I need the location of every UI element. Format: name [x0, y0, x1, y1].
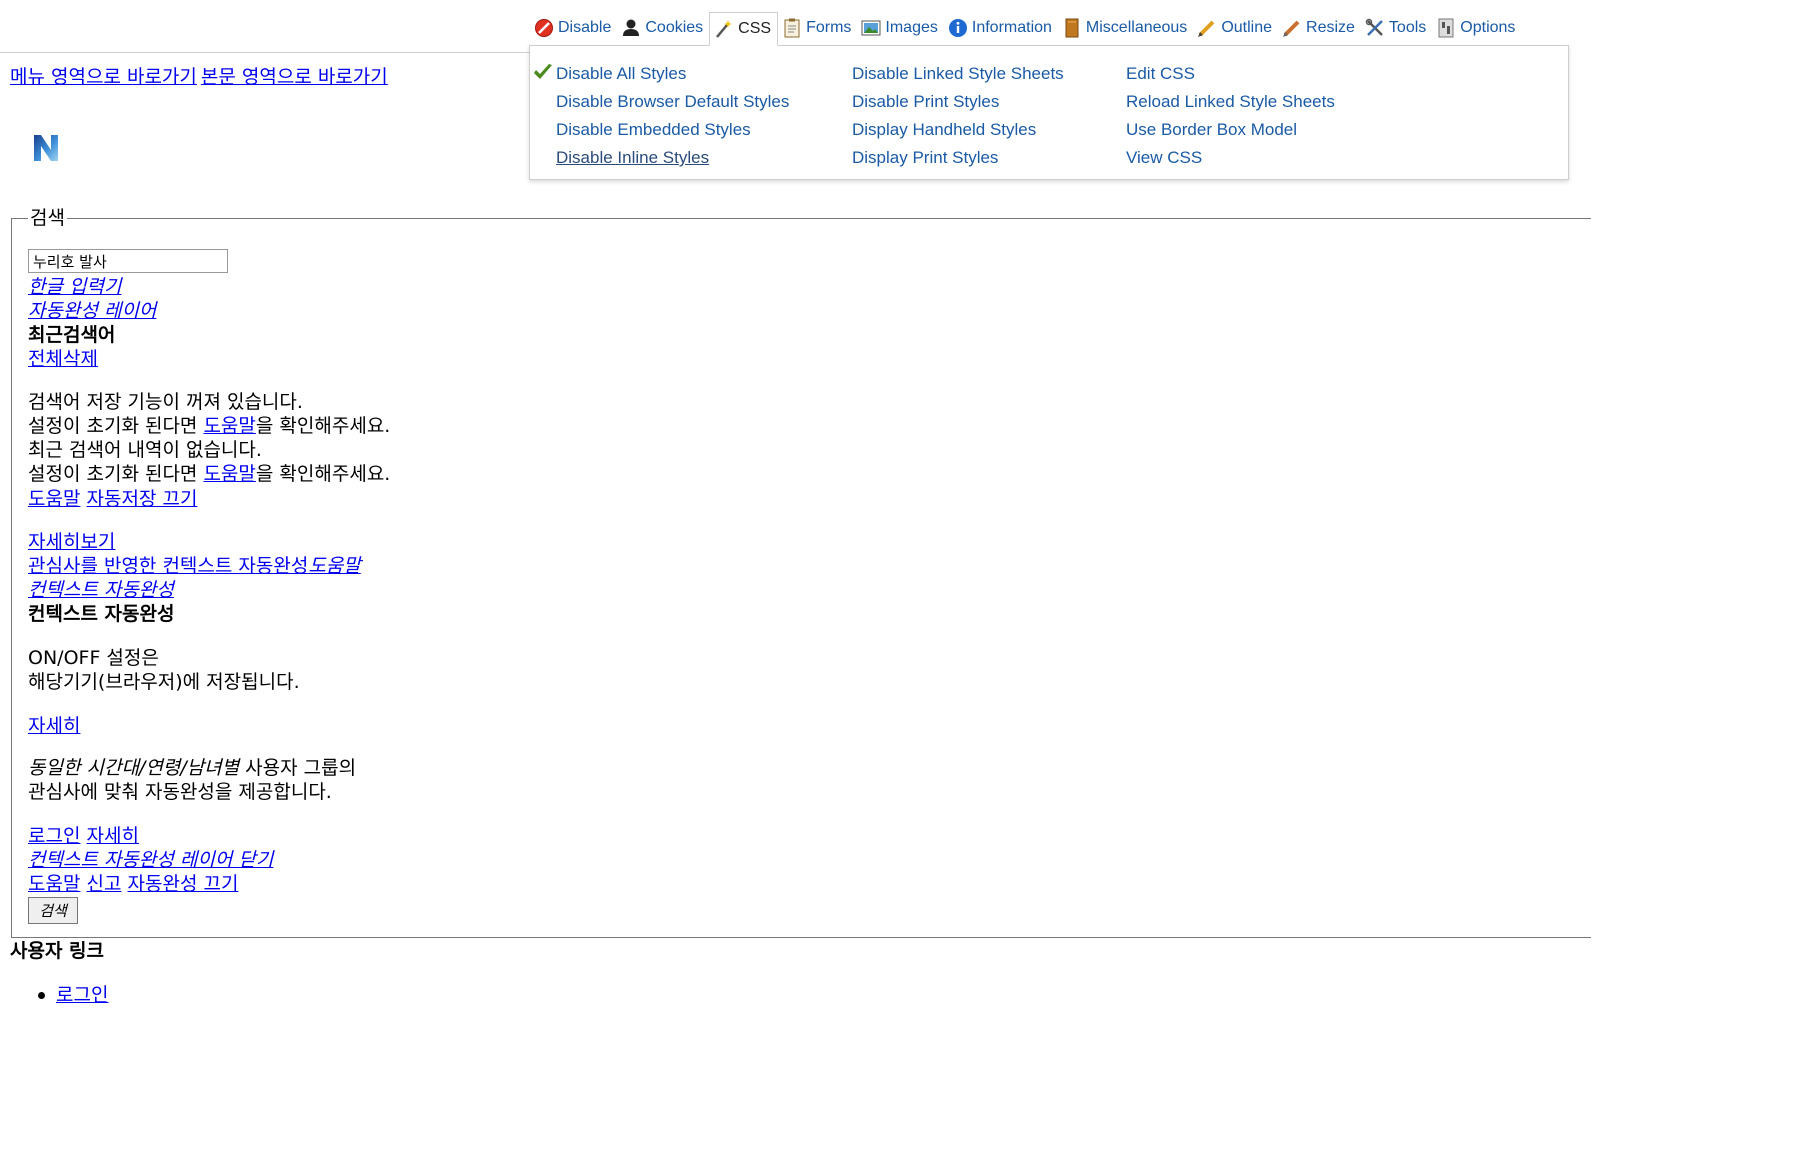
css-menu-column-1: Disable All Styles Disable Browser Defau… — [556, 60, 789, 172]
display-print-styles-item[interactable]: Display Print Styles — [852, 144, 1064, 172]
edit-css-item[interactable]: Edit CSS — [1126, 60, 1335, 88]
toolbar-resize[interactable]: Resize — [1278, 12, 1361, 44]
disable-embedded-styles-item[interactable]: Disable Embedded Styles — [556, 116, 789, 144]
toolbar-miscellaneous[interactable]: Miscellaneous — [1058, 12, 1193, 44]
information-icon — [948, 18, 968, 38]
skip-to-content-link[interactable]: 본문 영역으로 바로가기 — [201, 66, 388, 88]
options-icon — [1436, 18, 1456, 38]
no-recent-text: 최근 검색어 내역이 없습니다. — [28, 439, 262, 461]
toolbar-cookies[interactable]: Cookies — [617, 12, 709, 44]
toolbar-forms[interactable]: Forms — [778, 12, 857, 44]
user-group-text: 동일한 시간대/연령/남녀별 사용자 그룹의 — [28, 757, 357, 779]
toolbar-options[interactable]: Options — [1432, 12, 1521, 44]
toolbar-disable[interactable]: Disable — [530, 12, 617, 44]
report-link[interactable]: 신고 — [87, 873, 122, 895]
disable-linked-style-sheets-item[interactable]: Disable Linked Style Sheets — [852, 60, 1064, 88]
user-login-link[interactable]: 로그인 — [56, 984, 108, 1006]
disable-icon — [534, 18, 554, 38]
cookies-icon — [621, 18, 641, 38]
user-group-text-2: 관심사에 맞춰 자동완성을 제공합니다. — [28, 781, 332, 803]
autosave-off-link[interactable]: 자동저장 끄기 — [87, 488, 198, 510]
checkmark-icon — [532, 62, 554, 82]
search-legend: 검색 — [28, 207, 67, 229]
images-icon — [861, 18, 881, 38]
reload-linked-style-sheets-item[interactable]: Reload Linked Style Sheets — [1126, 88, 1335, 116]
skip-navigation: 메뉴 영역으로 바로가기 본문 영역으로 바로가기 — [10, 62, 392, 89]
delete-all-link[interactable]: 전체삭제 — [28, 348, 98, 370]
user-links-list: 로그인 — [37, 982, 108, 1008]
toolbar-css[interactable]: CSS — [709, 12, 779, 46]
naver-logo-icon[interactable] — [32, 133, 60, 163]
display-handheld-styles-item[interactable]: Display Handheld Styles — [852, 116, 1064, 144]
toolbar-images[interactable]: Images — [857, 12, 943, 44]
autocomplete-off-link[interactable]: 자동완성 끄기 — [128, 873, 239, 895]
css-dropdown-menu: Disable All Styles Disable Browser Defau… — [529, 45, 1569, 180]
help-link[interactable]: 도움말 — [28, 488, 80, 510]
close-context-layer-link[interactable]: 컨텍스트 자동완성 레이어 닫기 — [28, 849, 273, 871]
onoff-setting-text: ON/OFF 설정은 — [28, 647, 159, 669]
toolbar-tools[interactable]: Tools — [1361, 12, 1432, 44]
device-saved-text: 해당기기(브라우저)에 저장됩니다. — [28, 671, 300, 693]
search-fieldset: 검색 한글 입력기 자동완성 레이어 최근검색어 전체삭제 검색어 저장 기능이… — [11, 207, 1591, 938]
login-link[interactable]: 로그인 — [28, 825, 80, 847]
miscellaneous-icon — [1062, 18, 1082, 38]
user-links-title: 사용자 링크 — [10, 940, 105, 962]
details-view-link[interactable]: 자세히보기 — [28, 531, 115, 553]
recent-searches-title: 최근검색어 — [28, 324, 116, 346]
autocomplete-layer-link[interactable]: 자동완성 레이어 — [28, 300, 156, 322]
details-link[interactable]: 자세히 — [28, 715, 80, 737]
tools-icon — [1365, 18, 1385, 38]
use-border-box-model-item[interactable]: Use Border Box Model — [1126, 116, 1335, 144]
resize-icon — [1282, 18, 1302, 38]
help-link[interactable]: 도움말 — [28, 873, 80, 895]
toolbar-information[interactable]: Information — [944, 12, 1058, 44]
help-link[interactable]: 도움말 — [203, 415, 255, 437]
disable-print-styles-item[interactable]: Disable Print Styles — [852, 88, 1064, 116]
disable-inline-styles-item[interactable]: Disable Inline Styles — [556, 144, 789, 172]
toolbar-menu: Disable Cookies CSS Forms Images Informa — [530, 12, 1521, 46]
search-input[interactable] — [28, 249, 228, 273]
css-menu-column-2: Disable Linked Style Sheets Disable Prin… — [852, 60, 1064, 172]
toolbar-outline[interactable]: Outline — [1193, 12, 1278, 44]
help-link[interactable]: 도움말 — [308, 555, 360, 577]
context-autocomplete-link[interactable]: 컨텍스트 자동완성 — [28, 579, 174, 601]
details-link[interactable]: 자세히 — [87, 825, 139, 847]
help-link[interactable]: 도움말 — [203, 463, 255, 485]
context-autocomplete-title: 컨텍스트 자동완성 — [28, 603, 175, 625]
forms-icon — [782, 18, 802, 38]
interest-context-link[interactable]: 관심사를 반영한 컨텍스트 자동완성 — [28, 555, 308, 577]
skip-to-menu-link[interactable]: 메뉴 영역으로 바로가기 — [10, 66, 197, 88]
korean-ime-link[interactable]: 한글 입력기 — [28, 276, 121, 298]
disable-browser-default-styles-item[interactable]: Disable Browser Default Styles — [556, 88, 789, 116]
css-menu-column-3: Edit CSS Reload Linked Style Sheets Use … — [1126, 60, 1335, 172]
css-wand-icon — [714, 19, 734, 39]
save-off-text: 검색어 저장 기능이 꺼져 있습니다. — [28, 391, 303, 413]
disable-all-styles-item[interactable]: Disable All Styles — [556, 60, 789, 88]
reset-notice-1: 설정이 초기화 된다면 도움말을 확인해주세요. — [28, 415, 391, 437]
reset-notice-2: 설정이 초기화 된다면 도움말을 확인해주세요. — [28, 463, 391, 485]
outline-icon — [1197, 18, 1217, 38]
view-css-item[interactable]: View CSS — [1126, 144, 1335, 172]
list-item: 로그인 — [37, 982, 108, 1008]
search-button[interactable]: 검색 — [28, 897, 78, 924]
